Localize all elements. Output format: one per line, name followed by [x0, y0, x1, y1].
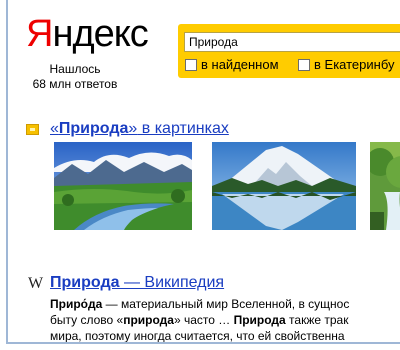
snippet-line-1: Приро́да — материальный мир Вселенной, в…: [50, 297, 349, 311]
search-panel: Природа в найденном в Екатеринбу: [178, 24, 400, 78]
region-label: в Екатеринбу: [314, 57, 395, 72]
images-icon: [26, 124, 39, 135]
snippet-text: также трак: [285, 313, 349, 327]
snippet-term: Приро́да: [50, 297, 103, 311]
thumbnail-mountain-lake[interactable]: [212, 142, 356, 230]
images-title-query: Природа: [58, 120, 129, 137]
quote-close: »: [128, 120, 138, 137]
snippet-term: природа: [123, 313, 174, 327]
images-title-rest: в картинках: [137, 120, 229, 137]
logo-first-letter: Я: [26, 13, 53, 55]
in-found-label: в найденном: [201, 57, 279, 72]
in-found-checkbox[interactable]: [185, 59, 197, 71]
wiki-title-rest: — Википедия: [119, 274, 225, 291]
snippet-text: » часто …: [173, 313, 234, 327]
region-checkbox[interactable]: [298, 59, 310, 71]
images-result-link[interactable]: «Природа» в картинках: [50, 120, 229, 138]
filter-region[interactable]: в Екатеринбу: [298, 58, 394, 72]
thumbnail-forest-waterfall[interactable]: [370, 142, 400, 230]
snippet-text: — материальный мир Вселенной, в сущнос: [102, 297, 350, 311]
results-count-label: Нашлось: [49, 62, 101, 76]
snippet-line-3: мира, поэтому иногда считается, что ей с…: [50, 329, 345, 343]
wiki-title-query: Природа: [50, 274, 120, 291]
thumbnail-meadow-river[interactable]: [54, 142, 192, 230]
logo-rest: ндекс: [52, 13, 148, 55]
search-input[interactable]: Природа: [184, 32, 400, 52]
snippet-line-2: быту слово «природа» часто … Природа так…: [50, 313, 348, 327]
snippet-text: быту слово «: [50, 313, 124, 327]
results-count-value: 68 млн ответов: [32, 77, 118, 91]
filter-in-found[interactable]: в найденном: [185, 58, 279, 72]
yandex-logo[interactable]: Яндекс: [26, 13, 149, 55]
wikipedia-icon: W: [28, 275, 44, 292]
snippet-term: Природа: [233, 313, 286, 327]
serp-page: Яндекс Нашлось 68 млн ответов Природа в …: [6, 0, 400, 344]
wiki-result-link[interactable]: Природа — Википедия: [50, 273, 224, 292]
quote-open: «: [50, 120, 59, 137]
